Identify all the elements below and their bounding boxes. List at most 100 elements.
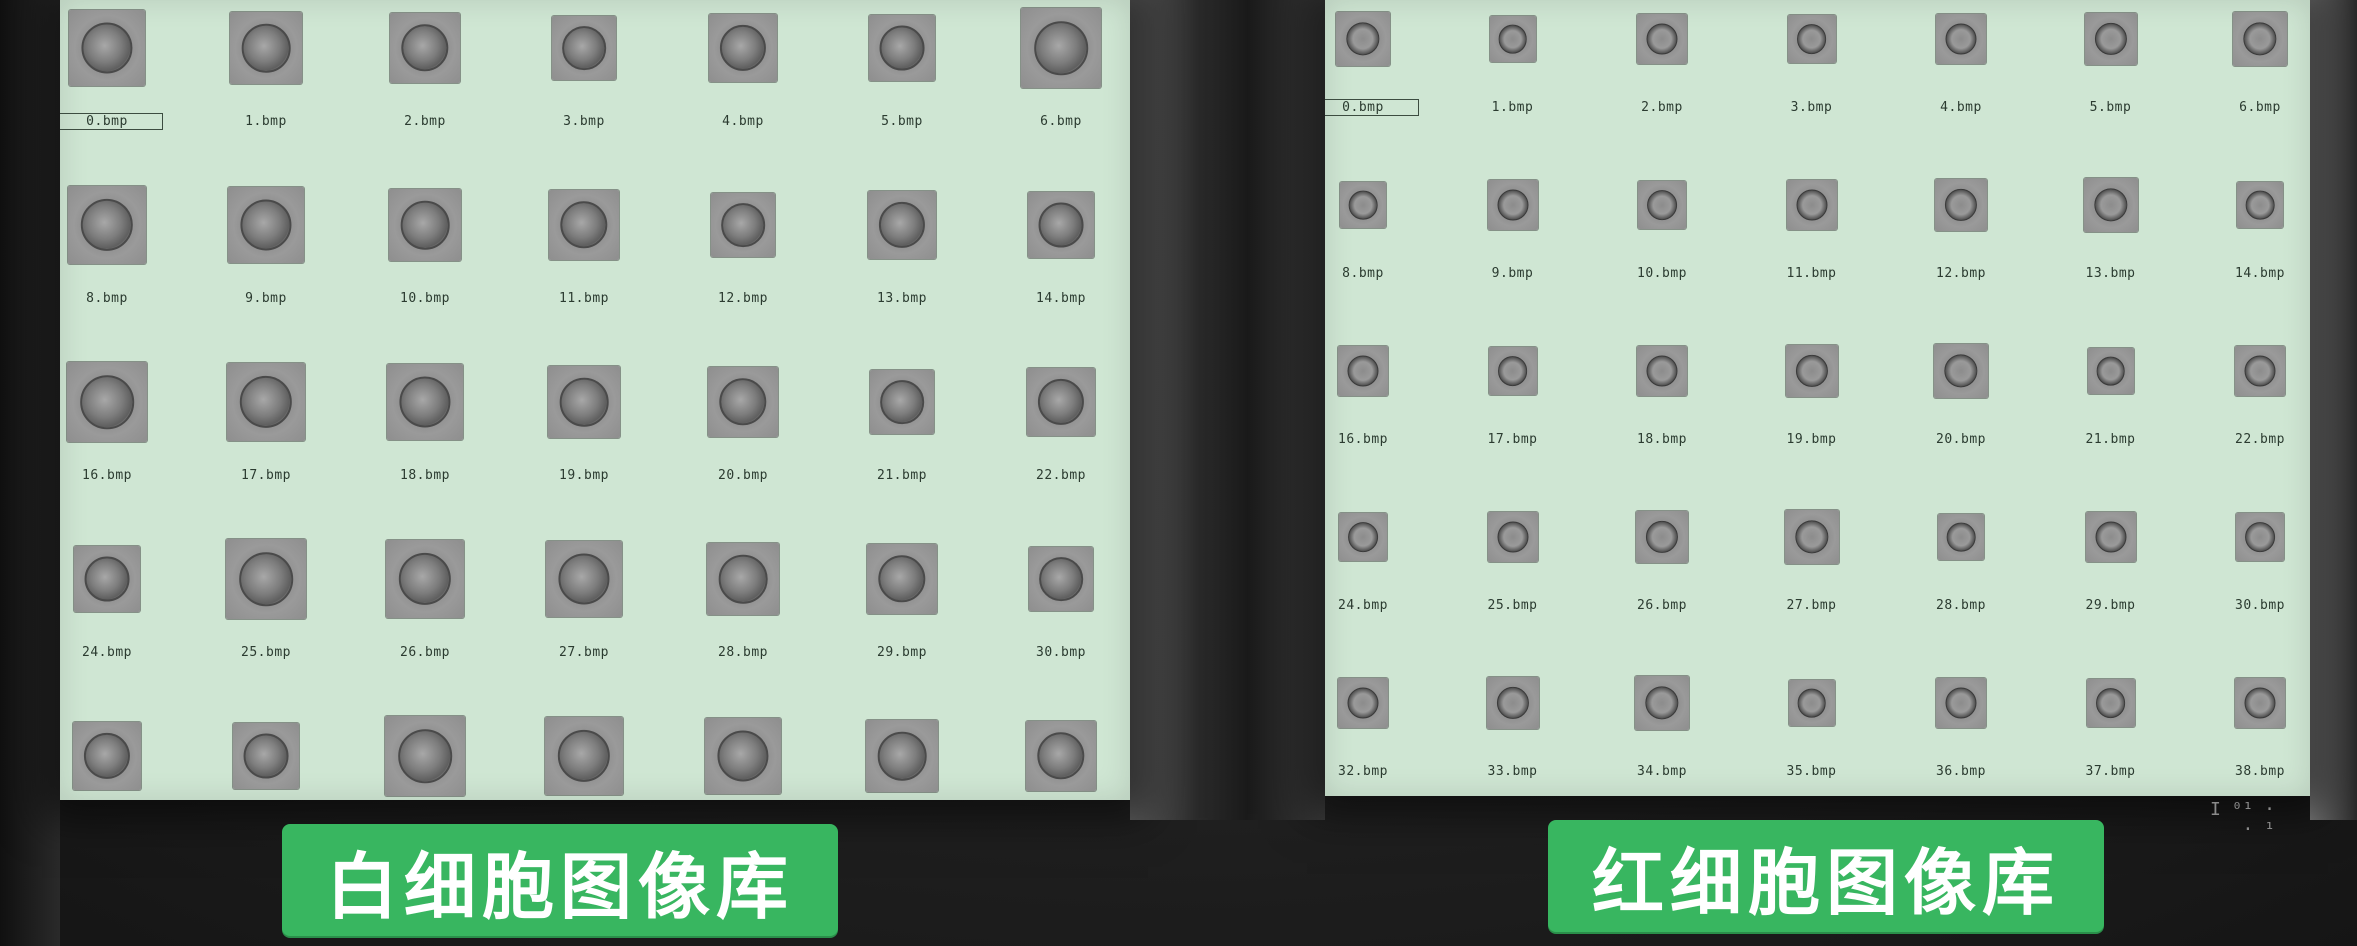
rbc-filename-label[interactable]: 18.bmp [1607,432,1717,447]
wbc-thumbnail[interactable] [1027,368,1095,436]
wbc-filename-label[interactable]: 6.bmp [1006,114,1116,129]
rbc-thumbnail[interactable] [1787,15,1836,63]
wbc-thumbnail[interactable] [390,13,460,83]
wbc-filename-label[interactable]: 5.bmp [847,114,957,129]
rbc-thumbnail[interactable] [1637,14,1687,64]
wbc-filename-label[interactable]: 13.bmp [847,291,957,306]
wbc-filename-label[interactable]: 9.bmp [211,291,321,306]
wbc-thumbnail[interactable] [867,544,937,614]
wbc-thumbnail[interactable] [868,191,936,259]
wbc-filename-label[interactable]: 21.bmp [847,468,957,483]
wbc-filename-label[interactable]: 11.bmp [529,291,639,306]
rbc-thumbnail[interactable] [1487,180,1538,230]
rbc-thumbnail[interactable] [1638,181,1686,229]
rbc-filename-label[interactable]: 1.bmp [1458,100,1568,115]
rbc-filename-label[interactable]: 5.bmp [2056,100,2166,115]
rbc-thumbnail[interactable] [1340,182,1386,228]
wbc-filename-label[interactable]: 30.bmp [1006,645,1116,660]
rbc-filename-label[interactable]: 9.bmp [1458,266,1568,281]
wbc-thumbnail[interactable] [386,540,464,618]
rbc-filename-label[interactable]: 19.bmp [1757,432,1867,447]
wbc-filename-label[interactable]: 28.bmp [688,645,798,660]
wbc-thumbnail[interactable] [1028,192,1094,258]
rbc-filename-label[interactable]: 25.bmp [1458,598,1568,613]
rbc-thumbnail[interactable] [2235,346,2285,396]
wbc-thumbnail[interactable] [552,16,616,80]
rbc-filename-label[interactable]: 27.bmp [1757,598,1867,613]
wbc-filename-label[interactable]: 10.bmp [370,291,480,306]
rbc-filename-label[interactable]: 24.bmp [1325,598,1418,613]
rbc-filename-label[interactable]: 2.bmp [1607,100,1717,115]
wbc-filename-label[interactable]: 3.bmp [529,114,639,129]
rbc-thumbnail[interactable] [1339,513,1387,561]
wbc-filename-label[interactable]: 22.bmp [1006,468,1116,483]
rbc-filename-label[interactable]: 36.bmp [1906,764,2016,779]
wbc-thumbnail[interactable] [74,546,140,612]
rbc-thumbnail[interactable] [2233,12,2287,66]
wbc-filename-label[interactable]: 20.bmp [688,468,798,483]
wbc-filename-label[interactable]: 27.bmp [529,645,639,660]
wbc-thumbnail[interactable] [69,10,145,86]
wbc-thumbnail[interactable] [711,193,775,257]
rbc-filename-label[interactable]: 12.bmp [1906,266,2016,281]
rbc-thumbnail[interactable] [2084,13,2137,65]
rbc-thumbnail[interactable] [1935,179,1987,231]
wbc-filename-label[interactable]: 16.bmp [60,468,162,483]
rbc-thumbnail[interactable] [1784,510,1839,564]
wbc-filename-label[interactable]: 18.bmp [370,468,480,483]
rbc-filename-label[interactable]: 8.bmp [1325,266,1418,281]
rbc-thumbnail[interactable] [1635,676,1689,730]
rbc-filename-label[interactable]: 11.bmp [1757,266,1867,281]
wbc-thumbnail[interactable] [67,362,147,442]
wbc-thumbnail[interactable] [1021,8,1101,88]
wbc-filename-label[interactable]: 24.bmp [60,645,162,660]
wbc-filename-label[interactable]: 29.bmp [847,645,957,660]
rbc-thumbnail[interactable] [1938,514,1984,560]
wbc-thumbnail[interactable] [548,366,620,438]
rbc-thumbnail[interactable] [1637,346,1687,396]
rbc-thumbnail[interactable] [1487,512,1538,562]
wbc-filename-label[interactable]: 0.bmp [60,113,163,130]
wbc-thumbnail[interactable] [705,718,781,794]
wbc-thumbnail[interactable] [1029,547,1093,611]
rbc-thumbnail[interactable] [2237,182,2283,228]
wbc-thumbnail[interactable] [68,186,146,264]
wbc-thumbnail[interactable] [227,363,305,441]
rbc-filename-label[interactable]: 26.bmp [1607,598,1717,613]
wbc-thumbnail[interactable] [226,539,306,619]
wbc-thumbnail[interactable] [708,367,778,437]
rbc-filename-label[interactable]: 3.bmp [1757,100,1867,115]
rbc-filename-label[interactable]: 32.bmp [1325,764,1418,779]
rbc-thumbnail[interactable] [2086,679,2135,727]
rbc-thumbnail[interactable] [1486,677,1539,729]
rbc-thumbnail[interactable] [1934,344,1988,398]
wbc-thumbnail[interactable] [870,370,934,434]
wbc-thumbnail[interactable] [707,543,779,615]
rbc-thumbnail[interactable] [1336,12,1390,66]
rbc-filename-label[interactable]: 0.bmp [1325,99,1419,116]
rbc-thumbnail[interactable] [1338,678,1388,728]
rbc-filename-label[interactable]: 28.bmp [1906,598,2016,613]
rbc-filename-label[interactable]: 4.bmp [1906,100,2016,115]
wbc-filename-label[interactable]: 17.bmp [211,468,321,483]
wbc-thumbnail[interactable] [1026,721,1096,791]
rbc-thumbnail[interactable] [1488,347,1537,395]
wbc-thumbnail[interactable] [545,717,623,795]
wbc-thumbnail[interactable] [546,541,622,617]
wbc-thumbnail[interactable] [709,14,777,82]
wbc-thumbnail[interactable] [233,723,299,789]
rbc-filename-label[interactable]: 21.bmp [2056,432,2166,447]
rbc-filename-label[interactable]: 29.bmp [2056,598,2166,613]
rbc-thumbnail[interactable] [1785,345,1838,397]
wbc-thumbnail[interactable] [387,364,463,440]
rbc-thumbnail[interactable] [1636,511,1688,563]
rbc-thumbnail[interactable] [2083,178,2138,232]
rbc-thumbnail[interactable] [2087,348,2134,394]
wbc-thumbnail[interactable] [73,722,141,790]
rbc-thumbnail[interactable] [1936,678,1986,728]
wbc-filename-label[interactable]: 8.bmp [60,291,162,306]
rbc-filename-label[interactable]: 37.bmp [2056,764,2166,779]
wbc-filename-label[interactable]: 2.bmp [370,114,480,129]
rbc-thumbnail[interactable] [1788,680,1835,726]
wbc-filename-label[interactable]: 19.bmp [529,468,639,483]
